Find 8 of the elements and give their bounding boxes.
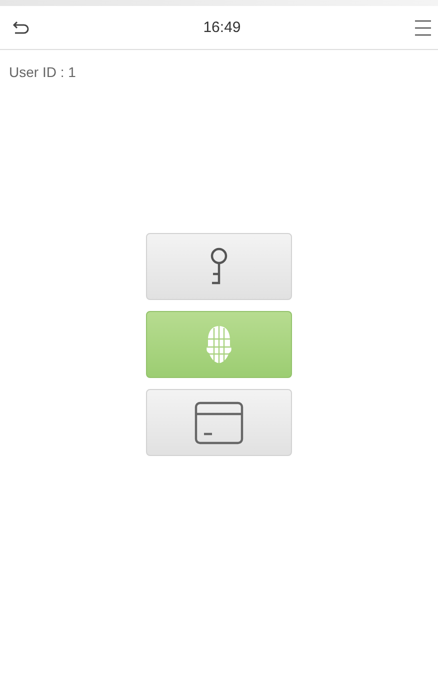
key-icon [208, 246, 230, 286]
user-id-label: User ID : 1 [8, 63, 77, 80]
card-method-button[interactable] [146, 389, 292, 456]
face-scan-icon [204, 324, 234, 364]
card-icon [194, 400, 244, 444]
clock-time: 16:49 [203, 19, 241, 36]
back-button[interactable] [12, 20, 30, 36]
menu-button[interactable] [414, 18, 432, 36]
